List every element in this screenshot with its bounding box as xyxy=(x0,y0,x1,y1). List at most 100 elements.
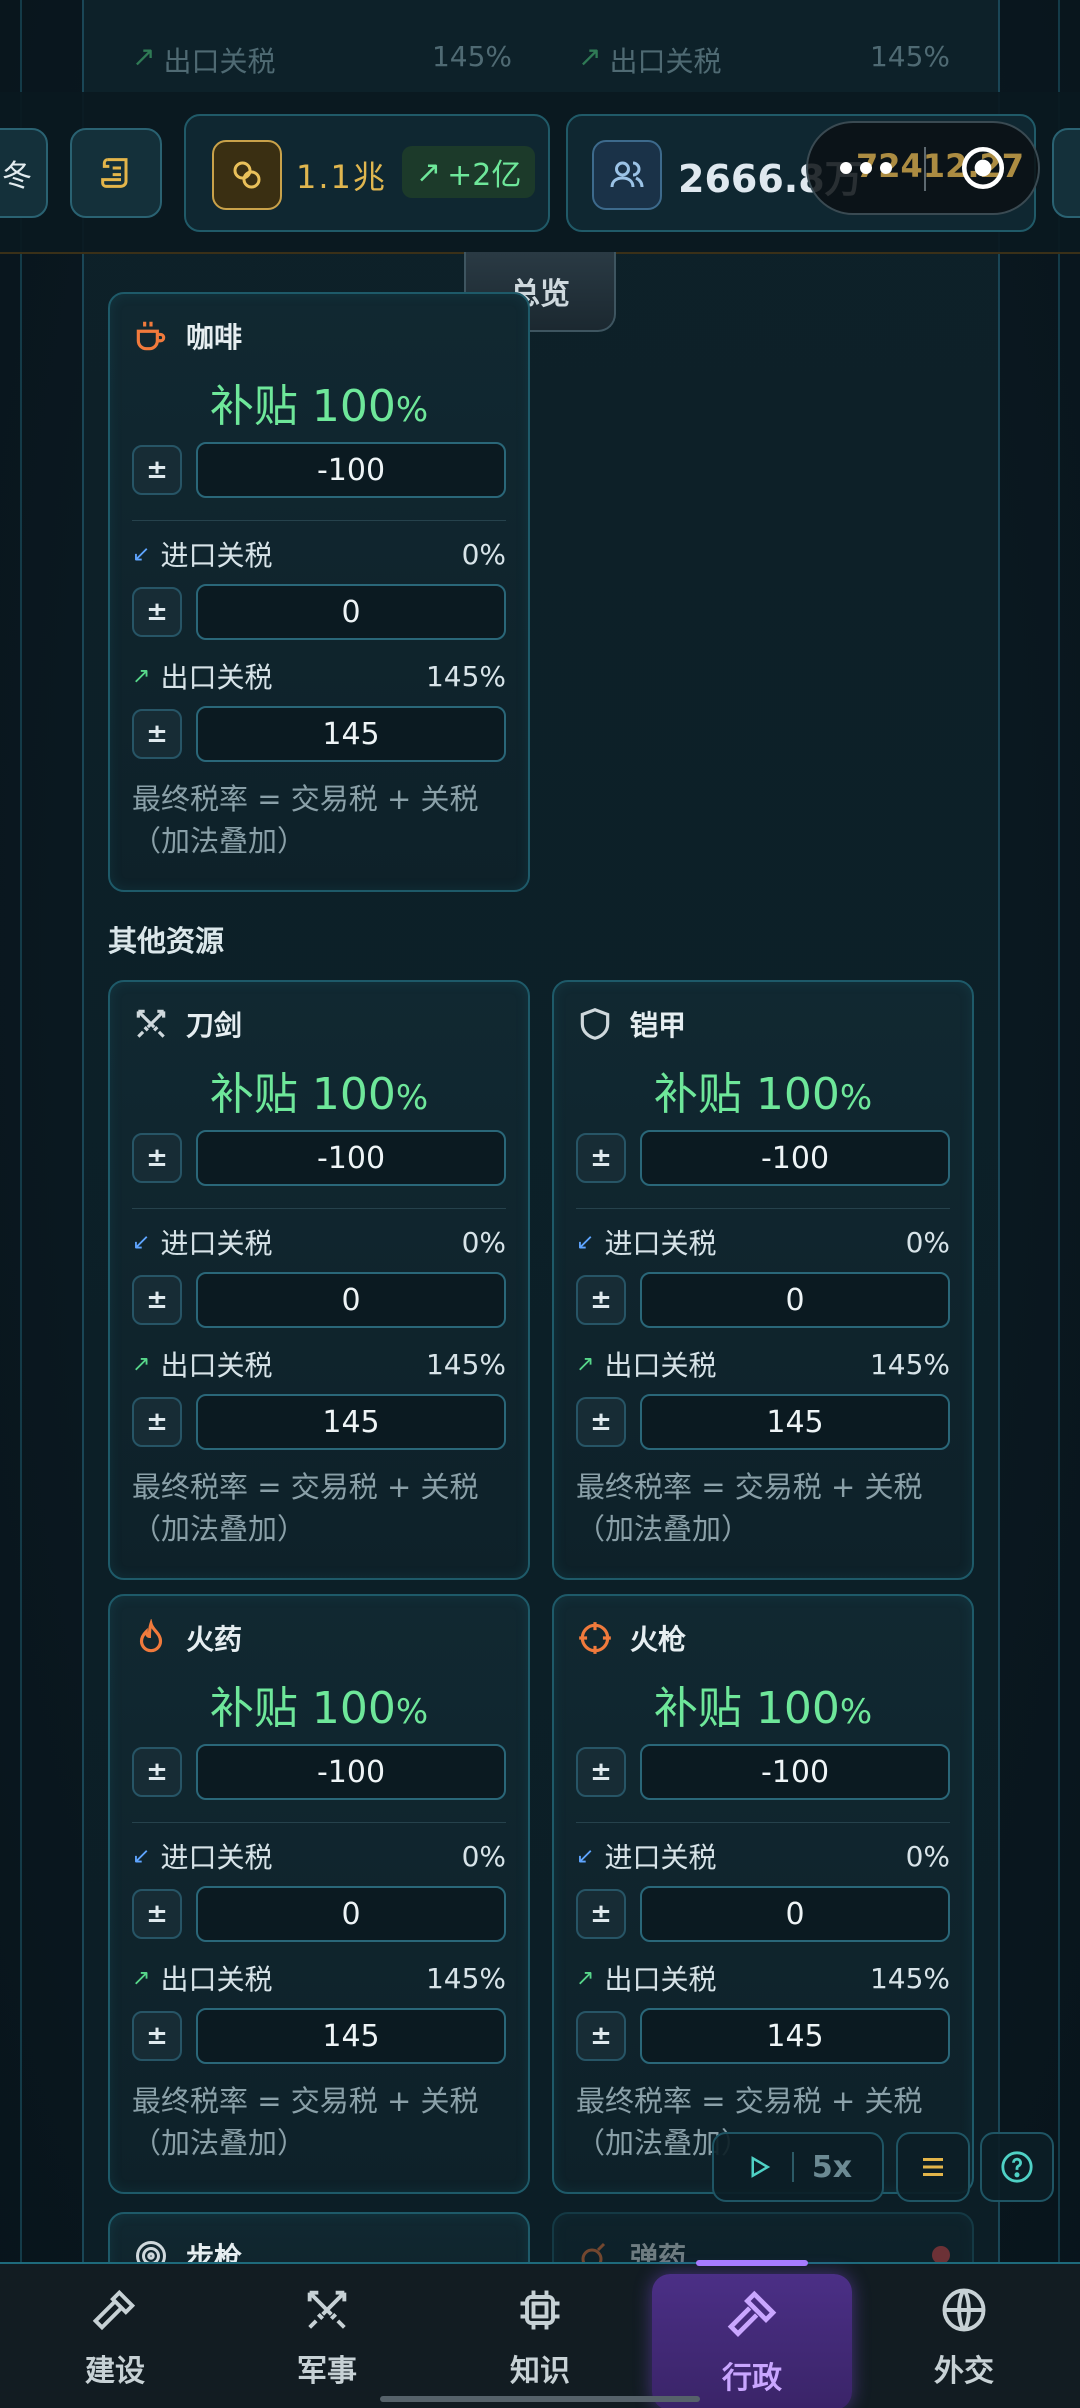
import-tariff-input[interactable]: 0 xyxy=(640,1272,950,1328)
export-tariff-label: 出口关税 xyxy=(160,1963,273,1996)
chip-icon xyxy=(520,2290,560,2330)
export-tariff-row: ↗ 出口关税 145% xyxy=(576,1346,950,1383)
shield-icon xyxy=(576,1005,614,1043)
import-tariff-input[interactable]: 0 xyxy=(640,1886,950,1942)
divider xyxy=(132,1822,506,1823)
import-tariff-percent: 0% xyxy=(905,1225,950,1259)
nav-active-indicator xyxy=(696,2260,808,2266)
export-arrow-icon: ↗ xyxy=(132,1965,151,1991)
edge-button-right[interactable] xyxy=(1052,128,1080,218)
plus-minus-button[interactable]: ± xyxy=(132,1397,182,1447)
subsidy-percent: % xyxy=(839,1692,873,1732)
export-tariff-percent: 145% xyxy=(425,1961,506,1995)
plus-minus-button[interactable]: ± xyxy=(132,445,182,495)
plus-minus-button[interactable]: ± xyxy=(576,1747,626,1797)
gold-change: +2亿 xyxy=(447,158,522,193)
card-title: 咖啡 xyxy=(186,321,243,354)
globe-icon xyxy=(942,2288,986,2332)
ghost-row: ↗ 出口关税 145% xyxy=(132,40,512,80)
import-tariff-label-wrap: ↙ 进口关税 xyxy=(576,1836,906,1876)
plus-minus-button[interactable]: ± xyxy=(132,1275,182,1325)
card-title: 火药 xyxy=(186,1623,243,1656)
trend-up-icon: ↗ xyxy=(416,154,442,190)
export-arrow-icon: ↗ xyxy=(132,40,156,73)
export-tariff-percent: 145% xyxy=(425,659,506,693)
export-tariff-label: 出口关税 xyxy=(604,1963,717,1996)
export-tariff-label-wrap: ↗ 出口关税 xyxy=(132,656,426,696)
scroll-button[interactable] xyxy=(70,128,162,218)
plus-minus-button[interactable]: ± xyxy=(576,1275,626,1325)
subsidy-row: ± -100 xyxy=(132,1744,506,1800)
tax-note-line2: （加法叠加） xyxy=(132,1512,307,1546)
season-button[interactable]: 冬 xyxy=(0,128,48,218)
export-tariff-input[interactable]: 145 xyxy=(196,2008,506,2064)
tax-note: 最终税率 = 交易税 + 关税 （加法叠加） xyxy=(132,1466,510,1550)
subsidy-row: ± -100 xyxy=(132,1130,506,1186)
plus-minus-button[interactable]: ± xyxy=(576,1397,626,1447)
close-button[interactable] xyxy=(926,123,1040,213)
import-tariff-input[interactable]: 0 xyxy=(196,584,506,640)
ghost-export-label: 出口关税 xyxy=(609,45,722,78)
plus-minus-button[interactable]: ± xyxy=(132,587,182,637)
plus-minus-button[interactable]: ± xyxy=(576,1133,626,1183)
nav-build[interactable]: 建设 xyxy=(15,2264,215,2408)
export-tariff-percent: 145% xyxy=(425,1347,506,1381)
export-tariff-label: 出口关税 xyxy=(604,1349,717,1382)
plus-minus-button[interactable]: ± xyxy=(132,1889,182,1939)
nav-knowledge[interactable]: 知识 xyxy=(440,2264,640,2408)
plus-minus-button[interactable]: ± xyxy=(576,2011,626,2061)
tax-note-line1: 最终税率 = 交易税 + 关税 xyxy=(576,1470,923,1504)
divider xyxy=(576,1208,950,1209)
export-tariff-label-wrap: ↗ 出口关税 xyxy=(132,1958,426,1998)
export-row: ± 145 xyxy=(132,1394,506,1450)
export-row: ± 145 xyxy=(132,706,506,762)
nav-label: 军事 xyxy=(297,2354,357,2389)
import-arrow-icon: ↙ xyxy=(576,1843,595,1869)
speed-label: 5x xyxy=(811,2149,853,2185)
subsidy-value: 补贴 100 xyxy=(209,1683,396,1734)
subsidy-percent: % xyxy=(395,1078,429,1118)
subsidy-input[interactable]: -100 xyxy=(640,1744,950,1800)
subsidy-percent: % xyxy=(395,1692,429,1732)
import-tariff-row: ↙ 进口关税 0% xyxy=(576,1222,950,1262)
plus-minus-button[interactable]: ± xyxy=(576,1889,626,1939)
import-row: ± 0 xyxy=(576,1272,950,1328)
nav-admin[interactable]: 行政 xyxy=(652,2260,852,2408)
export-tariff-input[interactable]: 145 xyxy=(196,1394,506,1450)
subsidy-input[interactable]: -100 xyxy=(196,442,506,498)
export-tariff-input[interactable]: 145 xyxy=(640,2008,950,2064)
import-tariff-input[interactable]: 0 xyxy=(196,1272,506,1328)
card-header: 咖啡 xyxy=(132,316,242,356)
tax-note-line2: （加法叠加） xyxy=(132,824,307,858)
plus-minus-button[interactable]: ± xyxy=(132,709,182,759)
import-row: ± 0 xyxy=(576,1886,950,1942)
subsidy-input[interactable]: -100 xyxy=(196,1130,506,1186)
page: ↗ 出口关税 145% ↗ 出口关税 145% 冬 1.1兆 ↗ +2亿 266… xyxy=(0,0,1080,2408)
mini-program-capsule: 72412.27 xyxy=(806,121,1040,215)
plus-minus-button[interactable]: ± xyxy=(132,1133,182,1183)
ghost-row-right: ↗ 出口关税 145% xyxy=(578,40,950,80)
help-button[interactable] xyxy=(980,2132,1054,2202)
import-tariff-label-wrap: ↙ 进口关税 xyxy=(576,1222,906,1262)
plus-minus-button[interactable]: ± xyxy=(132,1747,182,1797)
export-tariff-input[interactable]: 145 xyxy=(196,706,506,762)
card-title: 火枪 xyxy=(630,1623,687,1656)
export-tariff-label: 出口关税 xyxy=(160,1349,273,1382)
gavel-icon xyxy=(727,2290,777,2337)
menu-button[interactable] xyxy=(896,2132,970,2202)
gold-chip[interactable]: 1.1兆 ↗ +2亿 xyxy=(184,114,550,232)
more-button[interactable] xyxy=(808,123,924,213)
nav-diplomacy[interactable]: 外交 xyxy=(864,2264,1064,2408)
import-tariff-input[interactable]: 0 xyxy=(196,1886,506,1942)
speed-control[interactable]: 5x xyxy=(712,2132,884,2202)
hammer-icon xyxy=(92,2289,136,2331)
export-tariff-input[interactable]: 145 xyxy=(640,1394,950,1450)
subsidy-input[interactable]: -100 xyxy=(196,1744,506,1800)
subsidy-value: 补贴 100 xyxy=(653,1069,840,1120)
plus-minus-button[interactable]: ± xyxy=(132,2011,182,2061)
nav-military[interactable]: 军事 xyxy=(227,2264,427,2408)
subsidy-input[interactable]: -100 xyxy=(640,1130,950,1186)
people-icon xyxy=(592,140,662,210)
import-tariff-label-wrap: ↙ 进口关税 xyxy=(132,1222,462,1262)
export-arrow-icon: ↗ xyxy=(576,1351,595,1377)
